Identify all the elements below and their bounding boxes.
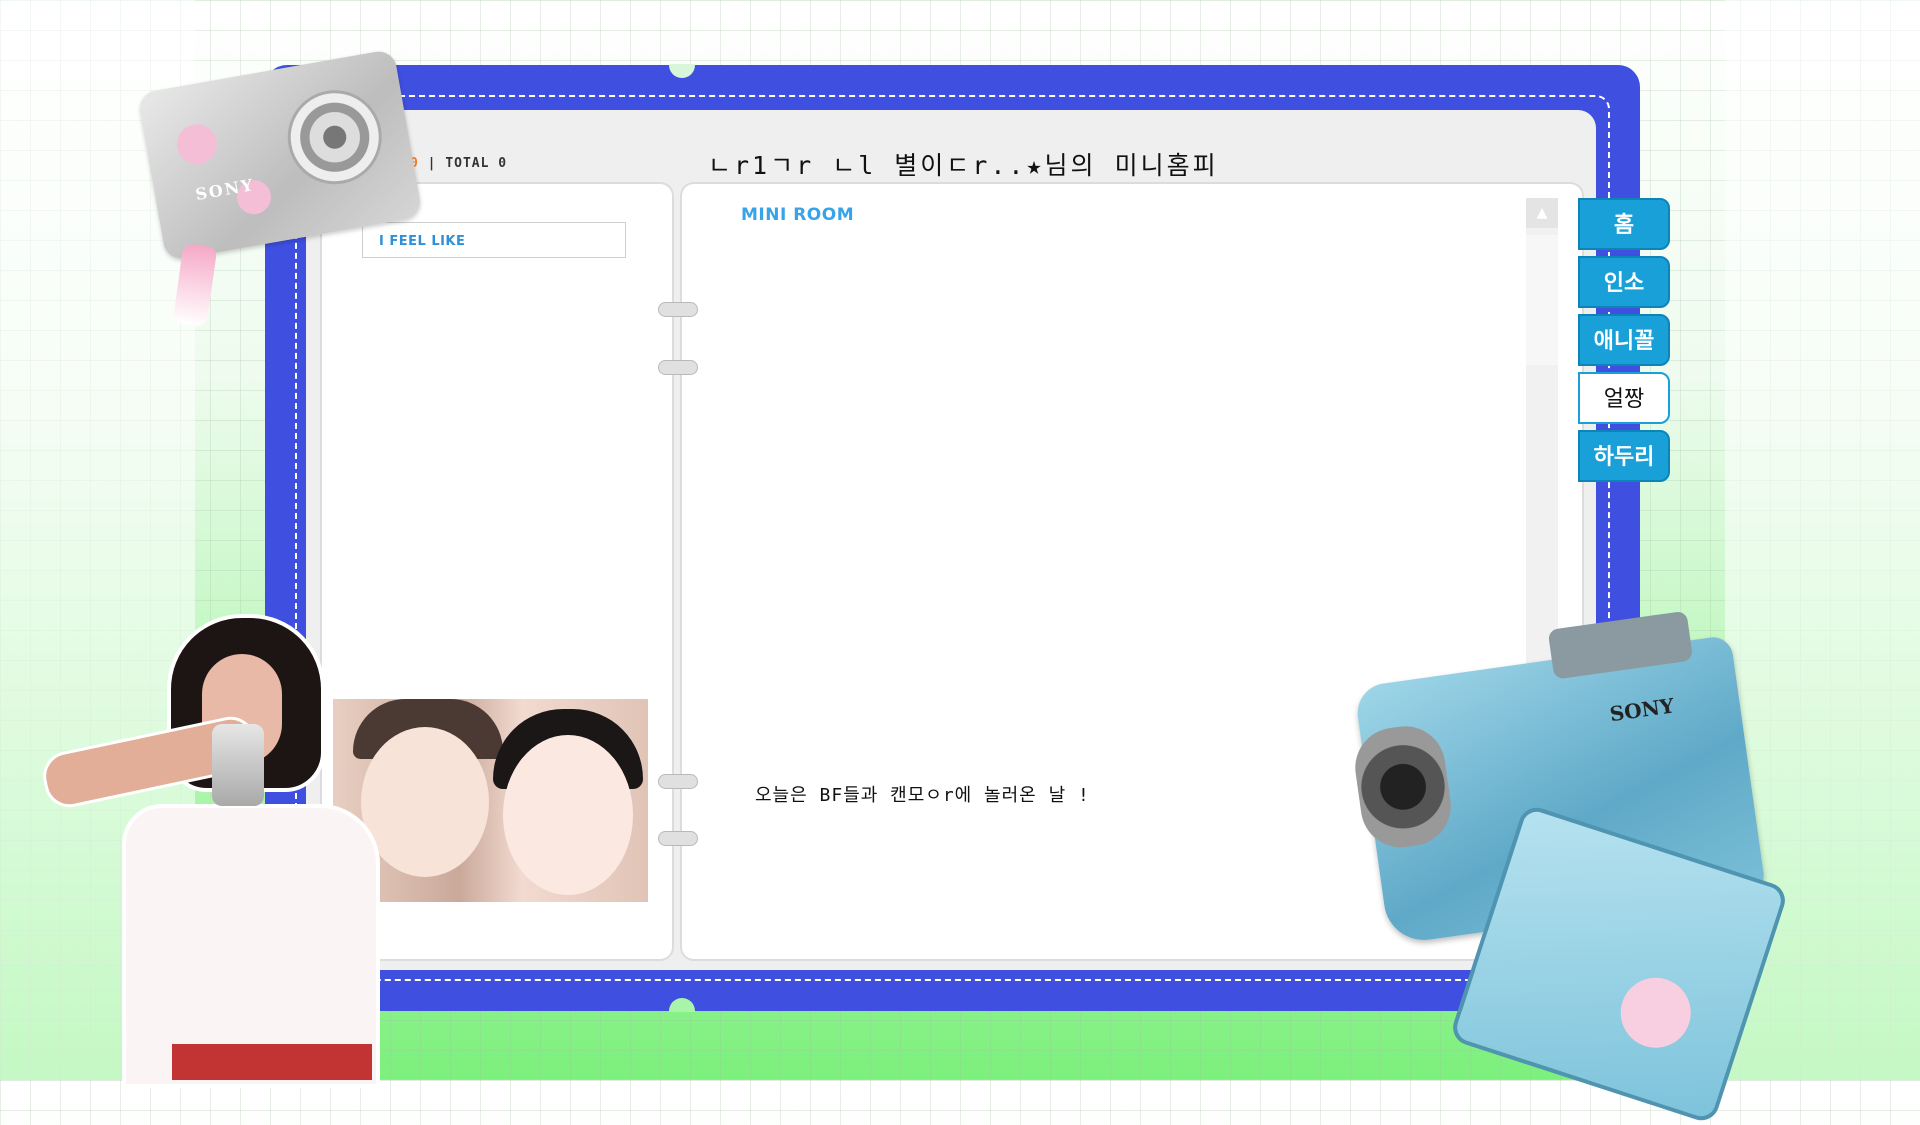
camcorder-brand-logo: SONY xyxy=(1608,693,1676,727)
binder-notch-top xyxy=(669,64,695,78)
total-count: 0 xyxy=(498,156,508,171)
tab-haduri[interactable]: 하두리 xyxy=(1578,430,1670,482)
bear-decoration-icon xyxy=(1611,968,1700,1057)
girl-skirt xyxy=(172,1044,372,1080)
girl-camera-icon xyxy=(212,724,264,806)
visitor-counter: 0 | TOTAL 0 xyxy=(410,156,507,171)
binder-ring xyxy=(658,302,698,317)
photo-face xyxy=(503,735,633,895)
scroll-up-arrow-icon[interactable]: ▲ xyxy=(1526,198,1558,228)
binder-ring xyxy=(658,831,698,846)
mini-room-label: MINI ROOM xyxy=(741,205,855,225)
girl-sticker xyxy=(38,614,402,1088)
tab-anikkol[interactable]: 애니꼴 xyxy=(1578,314,1670,366)
tab-home[interactable]: 홈 xyxy=(1578,198,1670,250)
tab-inso[interactable]: 인소 xyxy=(1578,256,1670,308)
homepage-title: ㄴr1ㄱr ㄴl 별이ㄷr..★님의 미니홈피 xyxy=(708,151,1219,180)
camera-lens-icon xyxy=(280,82,390,192)
counter-separator: | xyxy=(427,156,437,171)
scrollbar-thumb[interactable] xyxy=(1526,235,1558,365)
binder-notch-bottom xyxy=(669,998,695,1012)
tab-eoljjang[interactable]: 얼짱 xyxy=(1578,372,1670,424)
binder-ring xyxy=(658,360,698,375)
total-label: TOTAL xyxy=(445,156,490,171)
feel-like-box[interactable]: I FEEL LIKE xyxy=(362,222,626,258)
melody-decoration-icon xyxy=(173,121,221,168)
mini-room-caption: 오늘은 BF들과 캔모ㅇr에 놀러온 날 ! xyxy=(755,785,1090,806)
binder-ring xyxy=(658,774,698,789)
